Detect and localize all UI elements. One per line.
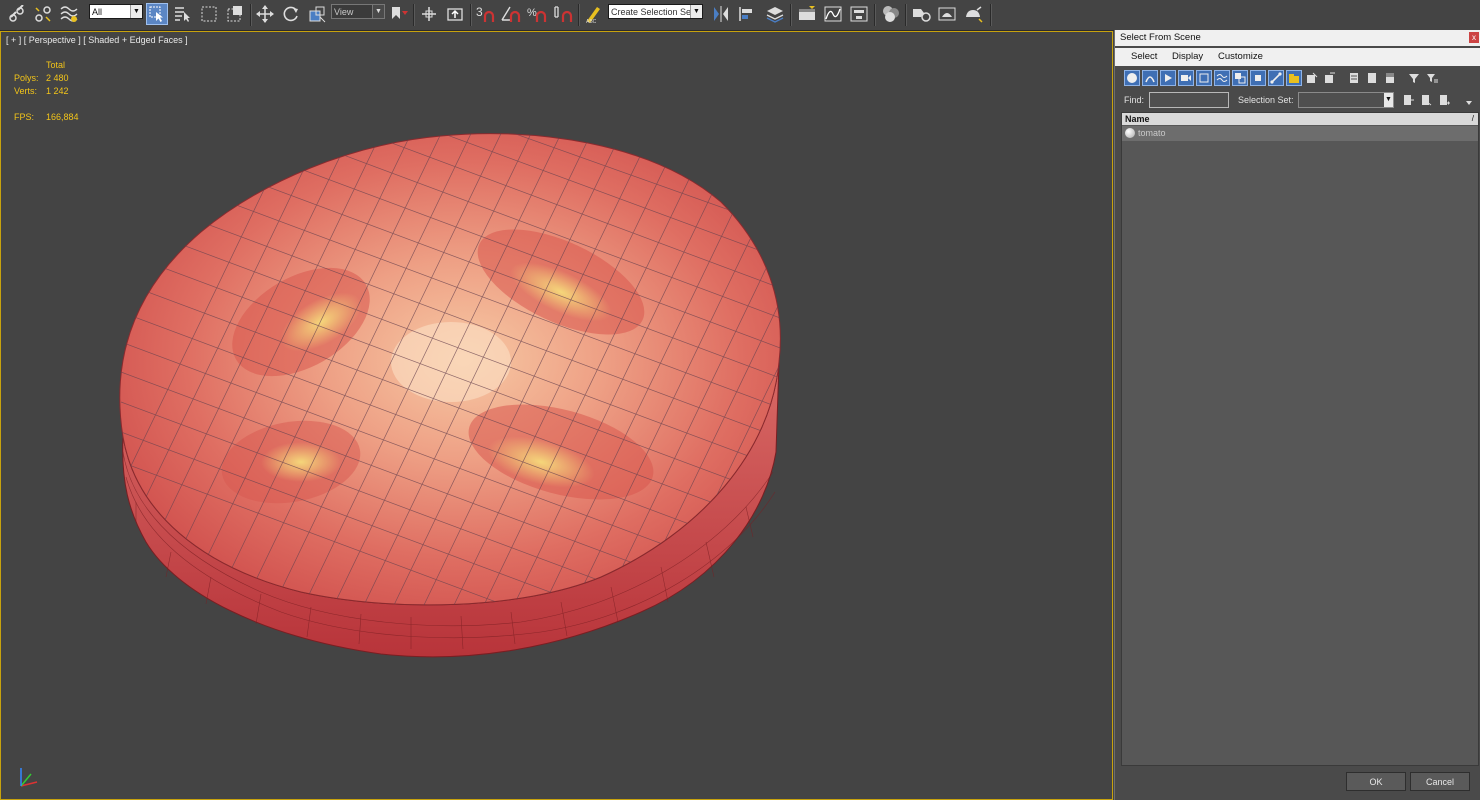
tomato-mesh-object[interactable] — [1, 32, 1111, 798]
toolbar-separator — [990, 4, 992, 26]
reference-coordinate-value: View — [334, 7, 354, 17]
edit-named-selection-icon[interactable]: ABC — [583, 3, 605, 25]
display-xrefs-icon[interactable] — [1250, 70, 1266, 86]
select-by-name-icon[interactable] — [172, 3, 194, 25]
percent-snap-toggle-icon[interactable]: % — [526, 3, 548, 25]
display-invert-icon[interactable] — [1382, 70, 1398, 86]
toolbar-separator — [874, 4, 876, 26]
find-label: Find: — [1124, 95, 1145, 105]
reference-coordinate-dropdown[interactable]: View ▼ — [331, 4, 385, 19]
curve-editor-icon[interactable] — [822, 3, 844, 25]
filter-icon[interactable] — [1406, 70, 1422, 86]
ok-button[interactable]: OK — [1346, 772, 1406, 791]
create-selection-set-icon[interactable] — [1400, 92, 1416, 108]
chevron-down-icon: ▼ — [690, 5, 702, 18]
layer-manager-icon[interactable] — [764, 3, 786, 25]
display-bones-icon[interactable] — [1268, 70, 1284, 86]
pivot-point-center-icon[interactable] — [389, 3, 411, 25]
toolbar-separator — [250, 4, 252, 26]
chevron-down-icon: ▼ — [130, 5, 142, 18]
display-all-icon[interactable] — [1346, 70, 1362, 86]
find-input[interactable] — [1149, 92, 1229, 108]
menu-select[interactable]: Select — [1131, 51, 1157, 62]
chevron-down-icon: ▼ — [372, 5, 384, 18]
find-row: Find: Selection Set: ▼ — [1115, 92, 1480, 110]
dialog-title: Select From Scene — [1120, 32, 1201, 43]
display-frozen-icon[interactable] — [1304, 70, 1320, 86]
menu-display[interactable]: Display — [1172, 51, 1203, 62]
column-header-name[interactable]: Name / — [1122, 113, 1478, 125]
window-crossing-icon[interactable] — [224, 3, 246, 25]
rendered-frame-window-icon[interactable] — [936, 3, 958, 25]
toolbar-separator — [790, 4, 792, 26]
display-containers-icon[interactable] — [1286, 70, 1302, 86]
select-and-move-icon[interactable] — [254, 3, 276, 25]
chevron-down-icon: ▼ — [1384, 93, 1393, 107]
toolbar-separator — [578, 4, 580, 26]
toolbar-separator — [905, 4, 907, 26]
spinner-snap-toggle-icon[interactable] — [552, 3, 574, 25]
schematic-view-icon[interactable] — [848, 3, 870, 25]
rectangular-selection-icon[interactable] — [198, 3, 220, 25]
named-selection-dropdown[interactable]: Create Selection Se ▼ — [608, 4, 703, 19]
display-hidden-icon[interactable] — [1322, 70, 1338, 86]
mirror-icon[interactable] — [710, 3, 732, 25]
angle-snap-toggle-icon[interactable] — [500, 3, 522, 25]
display-cameras-icon[interactable] — [1178, 70, 1194, 86]
scene-object-list: Name / tomato — [1121, 112, 1479, 766]
select-and-rotate-icon[interactable] — [280, 3, 302, 25]
toggle-ribbon-icon[interactable] — [796, 3, 818, 25]
svg-text:ABC: ABC — [586, 19, 597, 24]
selection-set-dropdown[interactable]: ▼ — [1298, 92, 1394, 108]
main-toolbar: All ▼ View ▼ 3 % ABC Create Selection Se… — [0, 0, 1480, 31]
axis-gizmo-icon — [20, 768, 38, 787]
svg-text:3: 3 — [476, 5, 483, 19]
keyboard-shortcut-override-icon[interactable] — [444, 3, 466, 25]
select-object-icon[interactable] — [146, 3, 168, 25]
menu-customize[interactable]: Customize — [1218, 51, 1263, 62]
display-shapes-icon[interactable] — [1142, 70, 1158, 86]
bind-to-space-warp-icon[interactable] — [58, 3, 80, 25]
column-header-label: Name — [1125, 114, 1150, 124]
unlink-selection-icon[interactable] — [32, 3, 54, 25]
perspective-viewport[interactable]: [ + ] [ Perspective ] [ Shaded + Edged F… — [0, 31, 1113, 800]
display-space-warps-icon[interactable] — [1214, 70, 1230, 86]
sort-indicator-icon: / — [1471, 114, 1474, 123]
svg-text:%: % — [527, 7, 537, 19]
display-geometry-icon[interactable] — [1124, 70, 1140, 86]
select-and-manipulate-icon[interactable] — [418, 3, 440, 25]
toolbar-separator — [413, 4, 415, 26]
selection-set-label: Selection Set: — [1238, 95, 1294, 105]
close-icon[interactable]: x — [1469, 32, 1479, 43]
align-icon[interactable] — [736, 3, 758, 25]
chevron-down-icon[interactable] — [1461, 94, 1477, 110]
cancel-button[interactable]: Cancel — [1410, 772, 1470, 791]
filter-options-icon[interactable] — [1424, 70, 1440, 86]
display-groups-icon[interactable] — [1232, 70, 1248, 86]
seed-cluster — [261, 442, 341, 482]
add-to-selection-set-icon[interactable] — [1436, 92, 1452, 108]
display-helpers-icon[interactable] — [1196, 70, 1212, 86]
display-none-icon[interactable] — [1364, 70, 1380, 86]
material-editor-icon[interactable] — [880, 3, 902, 25]
named-selection-placeholder: Create Selection Se — [611, 7, 692, 17]
dialog-title-bar[interactable]: Select From Scene x — [1115, 30, 1480, 46]
remove-selection-set-icon[interactable] — [1418, 92, 1434, 108]
select-from-scene-dialog: Select From Scene x Select Display Custo… — [1114, 30, 1480, 800]
select-and-link-icon[interactable] — [6, 3, 28, 25]
display-lights-icon[interactable] — [1160, 70, 1176, 86]
list-item-label: tomato — [1138, 128, 1166, 138]
snaps-toggle-icon[interactable]: 3 — [474, 3, 496, 25]
render-production-icon[interactable] — [962, 3, 984, 25]
sphere-object-icon — [1125, 128, 1135, 138]
selection-filter-value: All — [92, 7, 103, 17]
list-item[interactable]: tomato — [1122, 126, 1478, 141]
dialog-menu-bar: Select Display Customize — [1115, 48, 1480, 66]
render-setup-icon[interactable] — [910, 3, 932, 25]
selection-filter-dropdown[interactable]: All ▼ — [89, 4, 143, 19]
select-and-scale-icon[interactable] — [306, 3, 328, 25]
toolbar-separator — [470, 4, 472, 26]
